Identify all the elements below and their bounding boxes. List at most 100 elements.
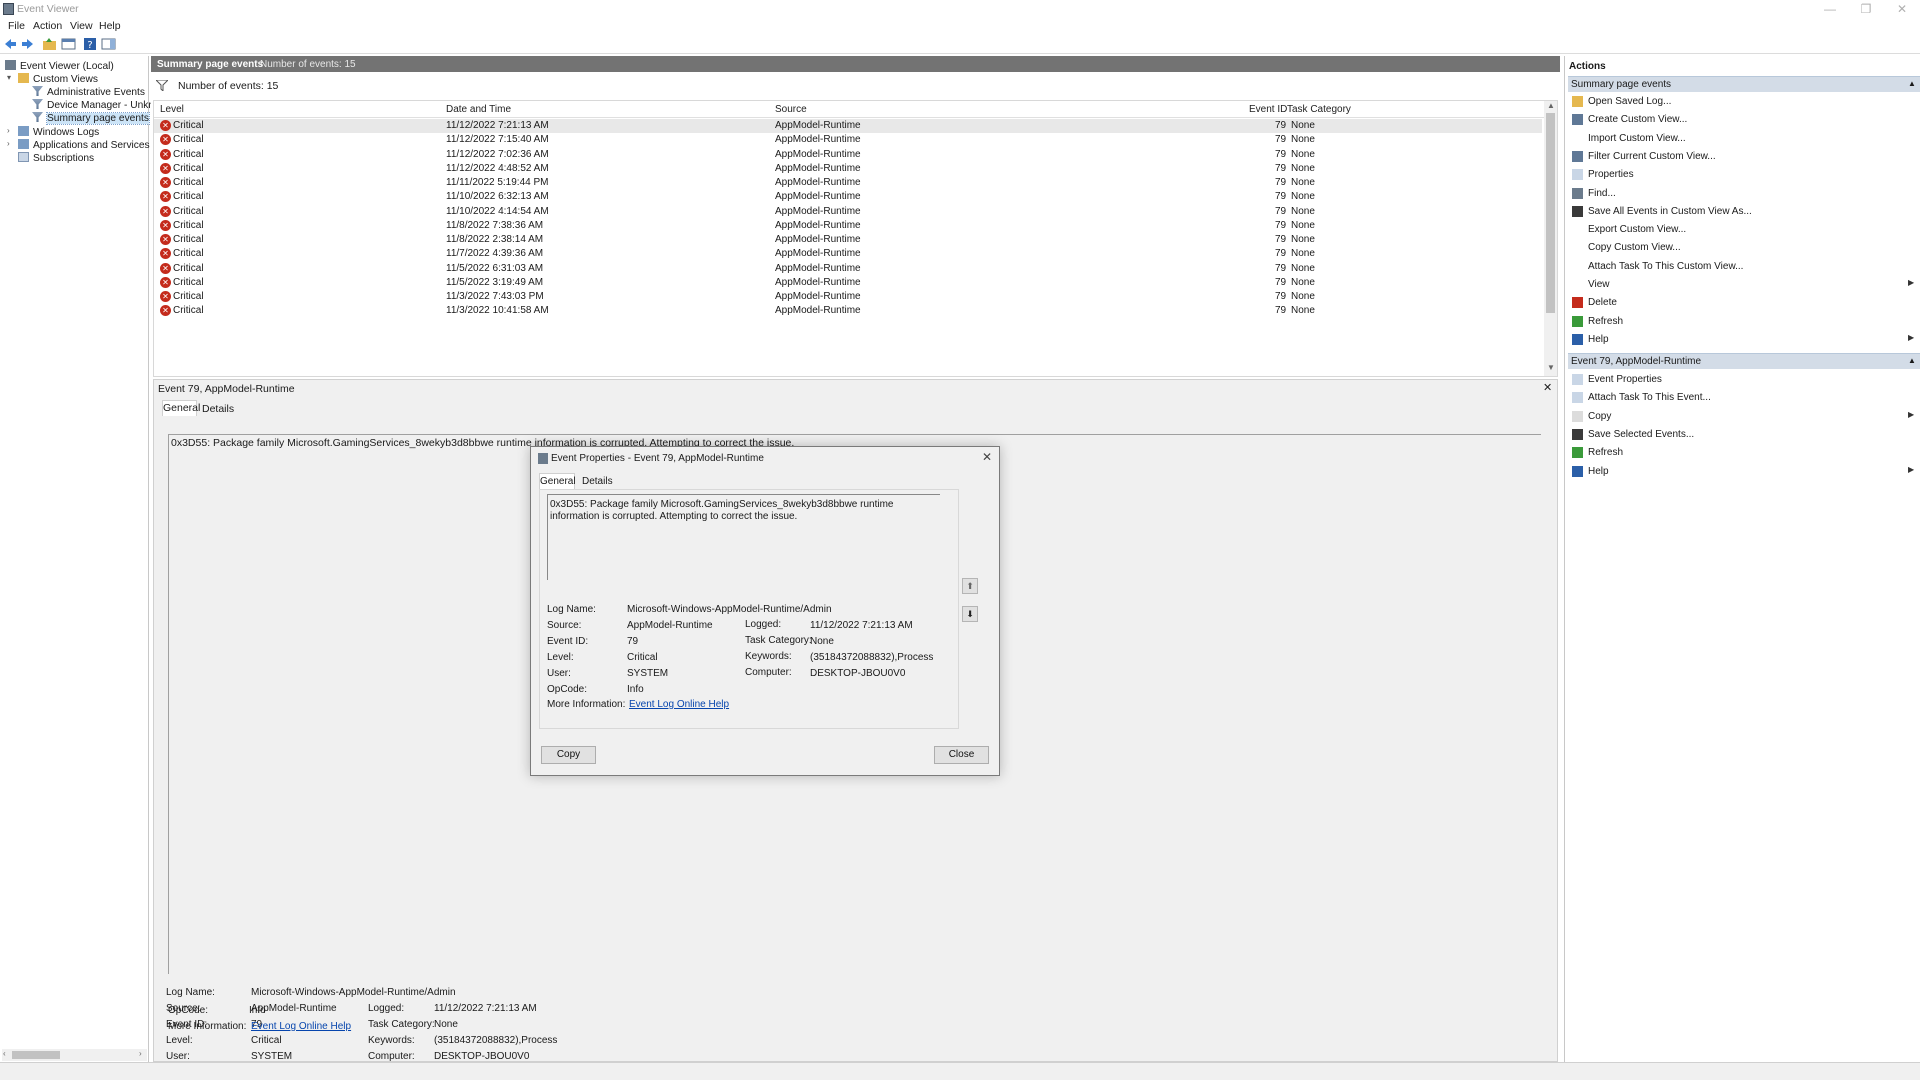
- show-hide-console-tree-icon[interactable]: [61, 37, 76, 51]
- table-row[interactable]: ✕ Critical 11/7/2022 4:39:36 AM AppModel-Ru…: [154, 247, 1542, 261]
- menu-view[interactable]: View: [70, 20, 93, 32]
- tree-node-applications-and-services[interactable]: Applications and Services Log: [18, 139, 169, 152]
- table-row[interactable]: ✕ Critical 11/8/2022 2:38:14 AM AppModel-Ru…: [154, 233, 1542, 247]
- column-header-level[interactable]: Level: [160, 104, 184, 115]
- actions-section-summary[interactable]: Summary page events ▲: [1568, 76, 1920, 92]
- table-row[interactable]: ✕ Critical 11/12/2022 7:02:36 AM AppModel-R…: [154, 148, 1542, 162]
- dialog-tab-general[interactable]: General: [539, 473, 576, 489]
- filter-icon: [32, 86, 43, 96]
- action-item[interactable]: Import Custom View...: [1565, 131, 1920, 147]
- tree-horizontal-scrollbar[interactable]: ‹ ›: [2, 1049, 147, 1061]
- action-item[interactable]: Attach Task To This Custom View...: [1565, 259, 1920, 275]
- table-row[interactable]: ✕ Critical 11/5/2022 3:19:49 AM AppModel-Ru…: [154, 276, 1542, 290]
- column-header-task-category[interactable]: Task Category: [1287, 104, 1351, 115]
- log-name-label: Log Name:: [166, 987, 215, 998]
- action-item[interactable]: Attach Task To This Event...: [1565, 390, 1920, 406]
- dialog-message-box[interactable]: 0x3D55: Package family Microsoft.GamingS…: [547, 494, 940, 580]
- tree-node-event-viewer-local[interactable]: Event Viewer (Local): [5, 60, 114, 73]
- event-log-help-link[interactable]: Event Log Online Help: [251, 1021, 351, 1032]
- help-icon[interactable]: ?: [83, 37, 98, 51]
- action-item[interactable]: Open Saved Log...: [1565, 94, 1920, 110]
- action-item[interactable]: Copy Custom View...: [1565, 240, 1920, 256]
- tree-node-custom-views[interactable]: Custom Views: [18, 73, 98, 86]
- action-item[interactable]: Delete: [1565, 295, 1920, 311]
- back-arrow-icon[interactable]: [3, 37, 18, 51]
- scroll-left-arrow-icon[interactable]: ‹: [3, 1049, 6, 1058]
- tree-node-administrative-events[interactable]: Administrative Events: [32, 86, 145, 99]
- action-item[interactable]: Create Custom View...: [1565, 112, 1920, 128]
- expand-arrow-icon[interactable]: ›: [7, 140, 15, 148]
- menu-action[interactable]: Action: [33, 20, 62, 32]
- action-item[interactable]: Save Selected Events...: [1565, 427, 1920, 443]
- find-icon: [1572, 187, 1583, 199]
- dialog-tab-details[interactable]: Details: [582, 476, 613, 487]
- action-item[interactable]: Copy ▶: [1565, 409, 1920, 425]
- action-item[interactable]: Filter Current Custom View...: [1565, 149, 1920, 165]
- column-header-source[interactable]: Source: [775, 104, 807, 115]
- table-row[interactable]: ✕ Critical 11/10/2022 6:32:13 AM AppModel-R…: [154, 190, 1542, 204]
- table-row[interactable]: ✕ Critical 11/5/2022 6:31:03 AM AppModel-Ru…: [154, 262, 1542, 276]
- next-event-arrow-icon[interactable]: ⬇: [962, 606, 978, 622]
- action-item[interactable]: Find...: [1565, 186, 1920, 202]
- action-item[interactable]: View ▶: [1565, 277, 1920, 293]
- table-row[interactable]: ✕ Critical 11/12/2022 7:15:40 AM AppModel-R…: [154, 133, 1542, 147]
- cell-source: AppModel-Runtime: [775, 120, 861, 131]
- filter-icon: [1572, 114, 1583, 126]
- table-row[interactable]: ✕ Critical 11/3/2022 7:43:03 PM AppModel-Ru…: [154, 290, 1542, 304]
- cell-event-id: 79: [1275, 177, 1287, 188]
- action-item[interactable]: Event Properties: [1565, 372, 1920, 388]
- restore-button[interactable]: ❐: [1851, 1, 1881, 17]
- expand-arrow-icon[interactable]: ›: [7, 127, 15, 135]
- table-row[interactable]: ✕ Critical 11/12/2022 7:21:13 AM AppModel-R…: [154, 119, 1542, 133]
- minimize-button[interactable]: —: [1815, 1, 1845, 17]
- tree-node-device-manager[interactable]: Device Manager - Unkno: [32, 99, 160, 112]
- grid-vertical-scrollbar[interactable]: ▲ ▼: [1544, 101, 1557, 376]
- tree-node-windows-logs[interactable]: Windows Logs: [18, 126, 99, 139]
- table-row[interactable]: ✕ Critical 11/12/2022 4:48:52 AM AppModel-R…: [154, 162, 1542, 176]
- tab-general[interactable]: General: [162, 400, 200, 416]
- table-row[interactable]: ✕ Critical 11/8/2022 7:38:36 AM AppModel-Ru…: [154, 219, 1542, 233]
- dialog-close-icon[interactable]: ✕: [982, 450, 992, 464]
- tree-node-summary-page-events[interactable]: Summary page events: [32, 112, 150, 125]
- tree-node-subscriptions[interactable]: Subscriptions: [18, 152, 94, 165]
- action-item[interactable]: Refresh: [1565, 445, 1920, 461]
- cell-date: 11/12/2022 7:02:36 AM: [446, 148, 549, 160]
- menu-help[interactable]: Help: [99, 20, 121, 32]
- action-item[interactable]: Refresh: [1565, 314, 1920, 330]
- show-hide-action-pane-icon[interactable]: [101, 37, 116, 51]
- column-header-date[interactable]: Date and Time: [446, 104, 511, 115]
- close-button[interactable]: Close: [934, 746, 989, 764]
- action-item[interactable]: Save All Events in Custom View As...: [1565, 204, 1920, 220]
- critical-error-icon: ✕: [160, 219, 171, 231]
- collapse-section-icon[interactable]: ▲: [1908, 79, 1916, 88]
- forward-arrow-icon[interactable]: [20, 37, 35, 51]
- table-row[interactable]: ✕ Critical 11/10/2022 4:14:54 AM AppModel-R…: [154, 205, 1542, 219]
- dialog-task-category-value: None: [810, 636, 834, 647]
- tab-details[interactable]: Details: [202, 403, 234, 415]
- dialog-more-info-label: More Information:: [547, 699, 626, 710]
- action-item[interactable]: Properties: [1565, 167, 1920, 183]
- collapse-section-icon[interactable]: ▲: [1908, 356, 1916, 365]
- actions-section-event[interactable]: Event 79, AppModel-Runtime ▲: [1568, 353, 1920, 369]
- title-bar: Event Viewer — ❐ ✕: [0, 0, 1920, 18]
- previous-event-arrow-icon[interactable]: ⬆: [962, 578, 978, 594]
- up-folder-icon[interactable]: [42, 37, 57, 51]
- action-item[interactable]: Help ▶: [1565, 464, 1920, 480]
- table-row[interactable]: ✕ Critical 11/3/2022 10:41:58 AM AppModel-R…: [154, 304, 1542, 318]
- scrollbar-thumb[interactable]: [12, 1051, 60, 1059]
- copy-button[interactable]: Copy: [541, 746, 596, 764]
- action-item-label: Refresh: [1588, 315, 1624, 327]
- column-header-event-id[interactable]: Event ID: [1249, 104, 1287, 115]
- action-item[interactable]: Export Custom View...: [1565, 222, 1920, 238]
- close-detail-icon[interactable]: ✕: [1543, 381, 1552, 394]
- scroll-right-arrow-icon[interactable]: ›: [139, 1049, 142, 1058]
- table-row[interactable]: ✕ Critical 11/11/2022 5:19:44 PM AppModel-R…: [154, 176, 1542, 190]
- scroll-down-arrow-icon[interactable]: ▼: [1547, 363, 1555, 372]
- dialog-event-log-help-link[interactable]: Event Log Online Help: [629, 699, 729, 710]
- collapse-arrow-icon[interactable]: ▾: [7, 74, 15, 82]
- scroll-up-arrow-icon[interactable]: ▲: [1547, 101, 1555, 110]
- close-window-button[interactable]: ✕: [1887, 1, 1917, 17]
- menu-file[interactable]: File: [8, 20, 25, 32]
- scrollbar-thumb[interactable]: [1546, 113, 1555, 313]
- action-item[interactable]: Help ▶: [1565, 332, 1920, 348]
